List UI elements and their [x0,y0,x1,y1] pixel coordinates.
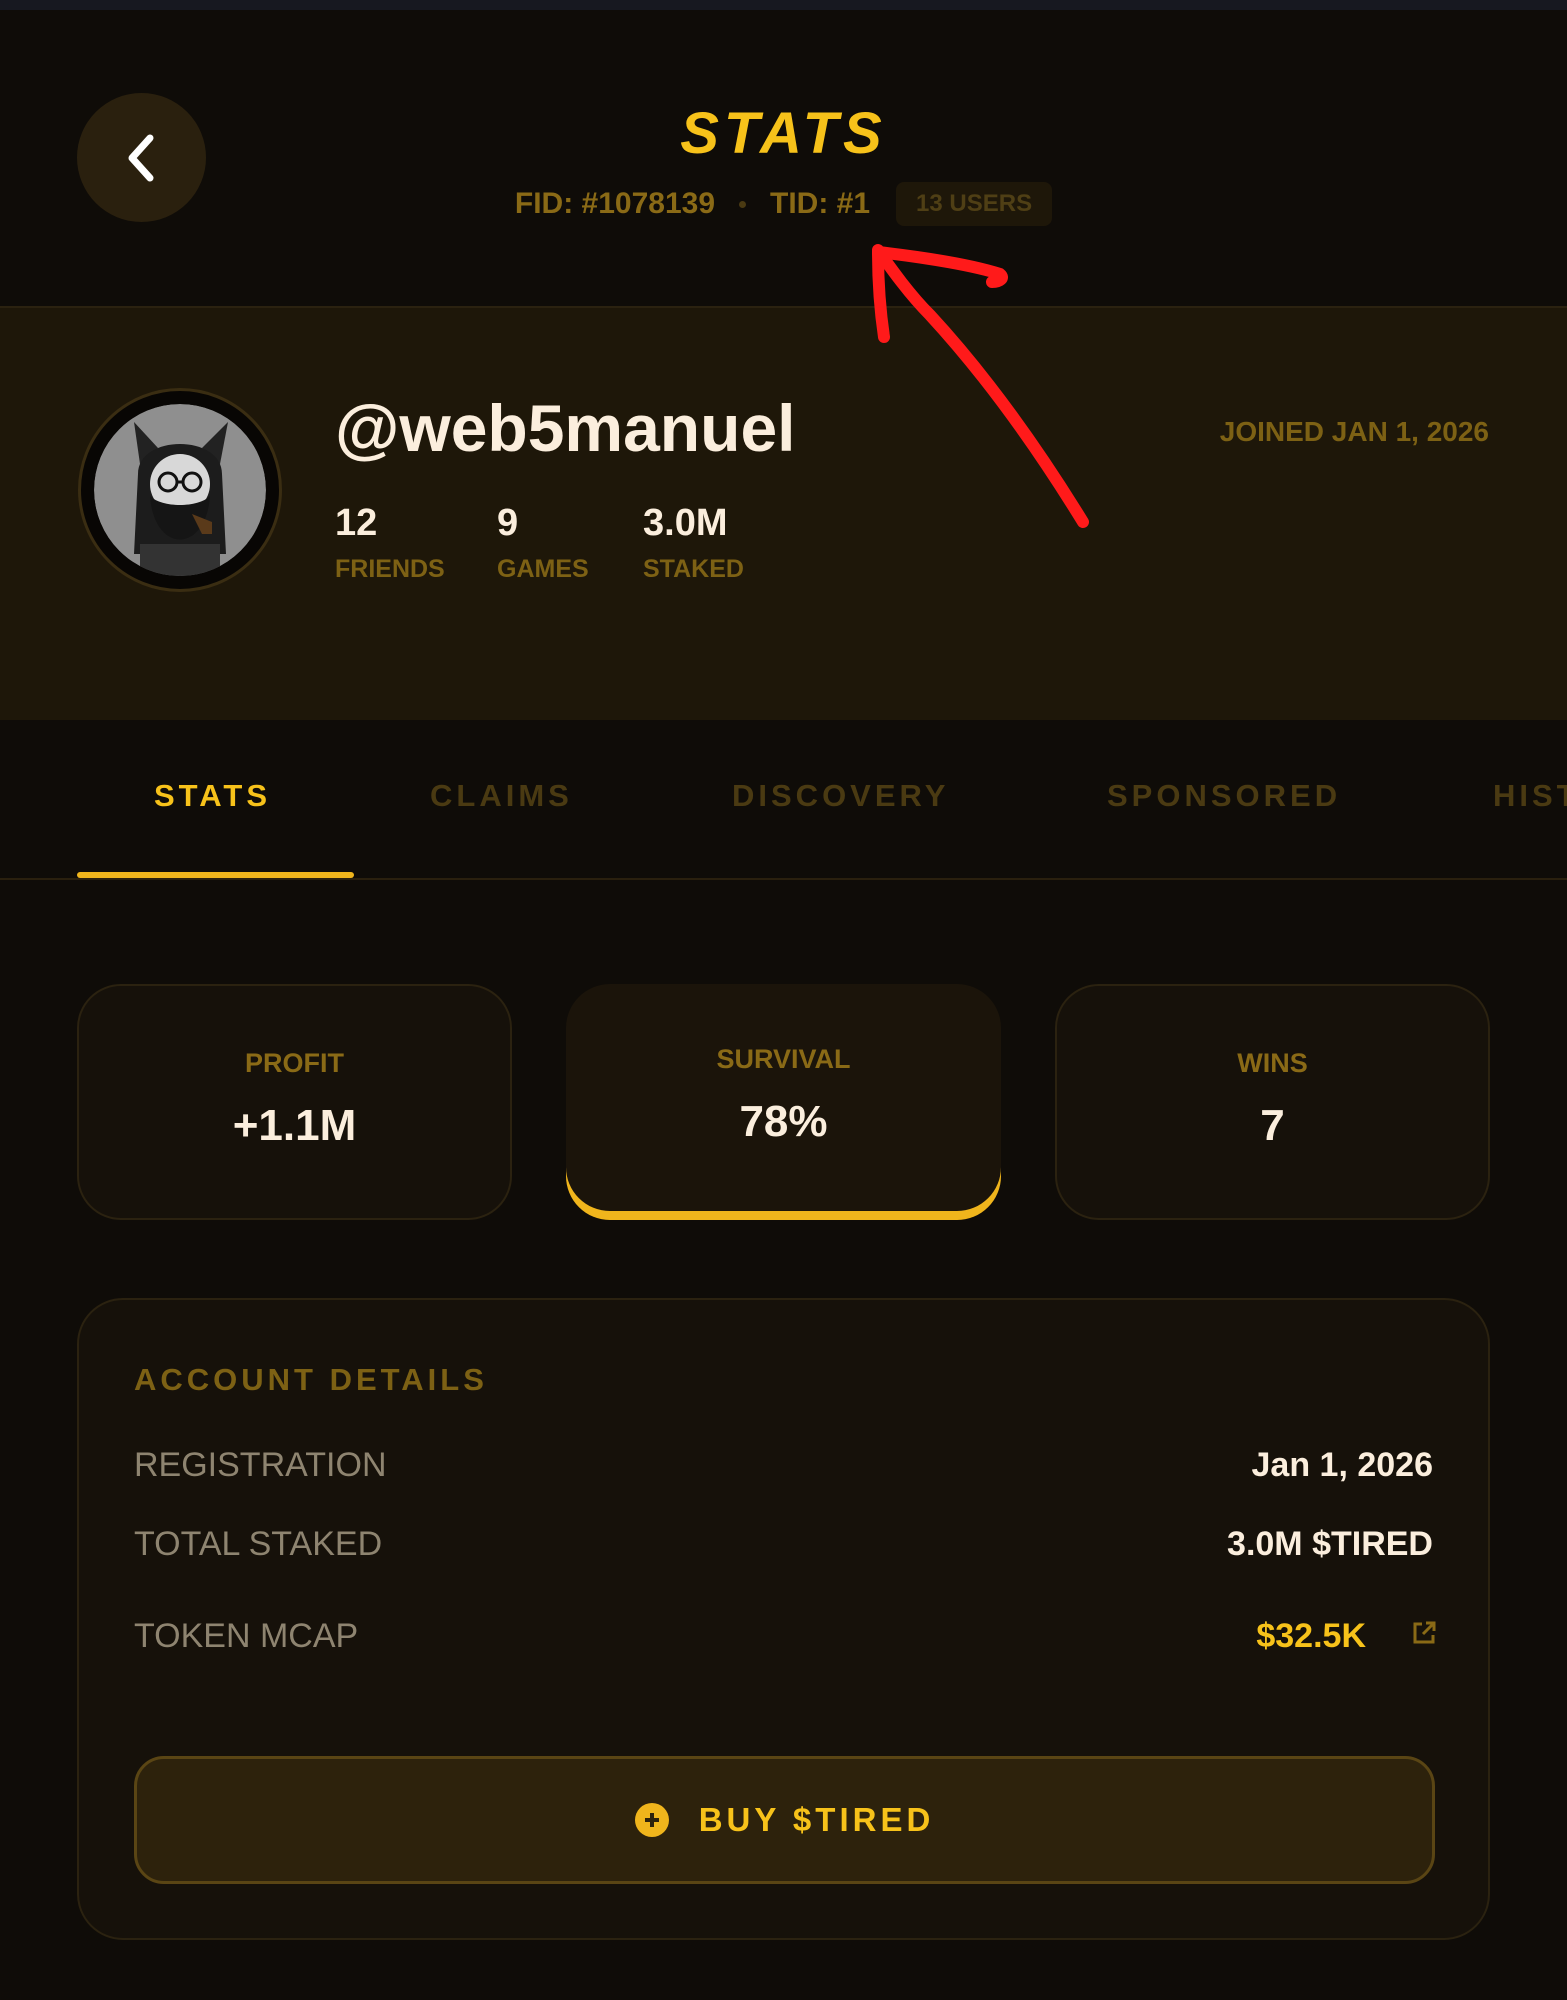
games-count: 9 [497,502,519,544]
tab-bar: STATS CLAIMS DISCOVERY SPONSORED HIST [0,720,1567,880]
wins-card[interactable]: WINS 7 [1055,984,1490,1220]
status-strip [0,0,1567,10]
joined-date: JOINED JAN 1, 2026 [1219,416,1489,447]
profit-label: PROFIT [245,1048,344,1078]
profit-value: +1.1M [232,1101,357,1150]
buy-tired-label: BUY $TIRED [698,1801,935,1838]
account-details-title: ACCOUNT DETAILS [134,1362,488,1397]
profit-card[interactable]: PROFIT +1.1M [77,984,512,1220]
avatar[interactable] [78,388,282,592]
account-details-panel: ACCOUNT DETAILS REGISTRATION Jan 1, 2026… [77,1298,1490,1940]
token-mcap-link[interactable]: $32.5K [1256,1617,1436,1656]
external-link-icon [1413,1621,1436,1643]
tab-claims[interactable]: CLAIMS [430,778,573,814]
staked-stat: 3.0M STAKED [643,502,744,584]
buy-tired-button[interactable]: BUY $TIRED [134,1756,1435,1884]
profile-section: @web5manuel JOINED JAN 1, 2026 12 FRIEND… [0,306,1567,720]
staked-label: STAKED [643,555,744,583]
tab-stats[interactable]: STATS [154,778,271,814]
total-staked-value: 3.0M $TIRED [1227,1525,1433,1563]
plus-circle-icon [634,1803,669,1837]
stats-page: STATS FID: #1078139 TID: #1 13 USERS @we… [0,0,1567,2000]
tid-label: TID: #1 [770,187,871,220]
wins-label: WINS [1237,1048,1308,1078]
token-mcap-label: TOKEN MCAP [134,1617,359,1655]
id-row: FID: #1078139 TID: #1 13 USERS [0,182,1567,226]
wins-value: 7 [1260,1101,1285,1150]
registration-value: Jan 1, 2026 [1251,1446,1433,1484]
tab-sponsored[interactable]: SPONSORED [1107,778,1341,814]
friends-count: 12 [335,502,378,544]
active-tab-indicator [77,872,354,878]
tab-discovery[interactable]: DISCOVERY [732,778,949,814]
total-staked-label: TOTAL STAKED [134,1525,383,1563]
games-stat: 9 GAMES [497,502,589,584]
games-label: GAMES [497,555,589,583]
token-mcap-value: $32.5K [1256,1617,1366,1655]
friends-label: FRIENDS [335,555,445,583]
registration-label: REGISTRATION [134,1446,387,1484]
users-badge: 13 USERS [896,182,1053,226]
tab-history[interactable]: HIST [1493,778,1567,814]
survival-card[interactable]: SURVIVAL 78% [566,984,1001,1220]
page-title: STATS [680,101,887,166]
survival-label: SURVIVAL [716,1044,851,1074]
staked-count: 3.0M [643,502,728,544]
separator-dot [739,200,747,208]
survival-value: 78% [739,1097,828,1146]
friends-stat: 12 FRIENDS [335,502,445,584]
fid-label: FID: #1078139 [514,187,716,220]
header: STATS FID: #1078139 TID: #1 13 USERS [0,10,1567,306]
avatar-icon [94,404,266,576]
username: @web5manuel [335,391,796,465]
